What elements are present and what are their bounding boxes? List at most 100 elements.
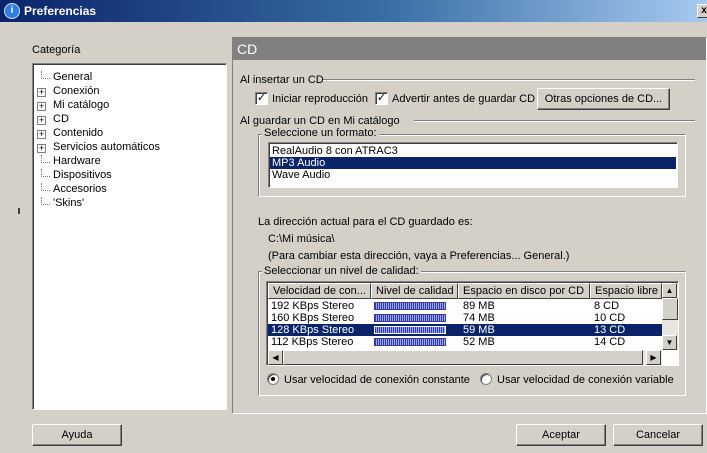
tree-item[interactable]: Dispositivos — [33, 169, 223, 183]
current-address-label: La dirección actual para el CD guardado … — [258, 216, 473, 228]
tree-item[interactable]: + Mi catálogo — [33, 99, 223, 113]
free-space-cell: 10 CD — [594, 312, 626, 324]
disk-space-cell: 89 MB — [463, 300, 495, 312]
quality-level-fill — [375, 339, 445, 345]
quality-row[interactable]: 160 KBps Stereo 74 MB 10 CD — [268, 312, 662, 324]
ok-button[interactable]: Aceptar — [516, 424, 606, 446]
format-label: Seleccione un formato: — [262, 127, 379, 139]
expand-icon[interactable]: + — [37, 144, 46, 153]
quality-level-fill — [375, 327, 445, 333]
tree-item-label: Contenido — [53, 127, 104, 139]
tree-item[interactable]: Accesorios — [33, 183, 223, 197]
free-space-cell: 14 CD — [594, 336, 626, 348]
change-address-hint: (Para cambiar esta dirección, vaya a Pre… — [268, 250, 570, 262]
disk-space-cell: 59 MB — [463, 324, 495, 336]
window-edge-mark — [18, 208, 20, 214]
panel-title: CD — [237, 41, 258, 57]
tree-connector — [41, 183, 50, 191]
close-button[interactable]: x — [697, 4, 707, 18]
expand-icon[interactable]: + — [37, 88, 46, 97]
insert-group-divider — [322, 79, 695, 81]
horizontal-scroll-thumb[interactable] — [283, 350, 643, 365]
speed-cell: 112 KBps Stereo — [271, 336, 354, 348]
radio-selected-dot — [271, 377, 275, 381]
tree-item[interactable]: + Contenido — [33, 127, 223, 141]
warn-before-save-checkbox[interactable]: ✓ — [375, 92, 388, 105]
close-icon[interactable]: x — [701, 5, 707, 16]
quality-level-fill — [375, 315, 445, 321]
tree-item-label: Mi catálogo — [53, 99, 110, 111]
tree-item[interactable]: + Servicios automáticos — [33, 141, 223, 155]
current-address-value: C:\Mi música\ — [268, 233, 335, 245]
quality-row[interactable]: 128 KBps Stereo 59 MB 13 CD — [268, 324, 662, 336]
vertical-scroll-thumb[interactable] — [662, 298, 678, 320]
tree-connector — [41, 71, 50, 79]
column-header-quality[interactable]: Nivel de calidad — [371, 283, 458, 299]
cancel-button[interactable]: Cancelar — [613, 424, 703, 446]
quality-level-bar — [374, 338, 446, 346]
tree-item-label: Conexión — [53, 85, 100, 97]
disk-space-cell: 74 MB — [463, 312, 495, 324]
scroll-left-icon[interactable]: ◀ — [268, 350, 283, 365]
expand-icon[interactable]: + — [37, 102, 46, 111]
quality-list[interactable]: Velocidad de con... Nivel de calidad Esp… — [266, 281, 679, 366]
tree-connector — [41, 169, 50, 177]
tree-item-label: General — [53, 71, 93, 83]
free-space-cell: 8 CD — [594, 300, 620, 312]
quality-label: Seleccionar un nivel de calidad: — [262, 265, 421, 277]
column-header-free-space[interactable]: Espacio libre e — [590, 283, 662, 299]
constant-speed-radio[interactable] — [267, 373, 279, 385]
tree-connector — [41, 197, 50, 205]
variable-speed-radio[interactable] — [480, 373, 492, 385]
format-option[interactable]: MP3 Audio — [270, 157, 676, 169]
constant-speed-label: Usar velocidad de conexión constante — [284, 374, 470, 386]
quality-level-bar — [374, 314, 446, 322]
expand-icon[interactable]: + — [37, 116, 46, 125]
tree-item-label: Accesorios — [53, 183, 107, 195]
save-group-divider — [414, 120, 695, 122]
category-tree[interactable]: General + Conexión + Mi catálogo + CD + Contenid… — [32, 63, 227, 410]
checkmark-icon: ✓ — [376, 92, 387, 104]
quality-horizontal-scrollbar[interactable]: ◀ ▶ — [268, 350, 662, 365]
quality-level-fill — [375, 303, 445, 309]
speed-cell: 160 KBps Stereo — [271, 312, 355, 324]
tree-item[interactable]: + CD — [33, 113, 223, 127]
tree-item-label: Servicios automáticos — [53, 141, 160, 153]
disk-space-cell: 52 MB — [463, 336, 495, 348]
tree-item-label: Hardware — [53, 155, 101, 167]
format-list[interactable]: RealAudio 8 con ATRAC3 MP3 Audio Wave Audi… — [268, 142, 678, 188]
panel-header: CD — [233, 38, 706, 60]
quality-row[interactable]: 112 KBps Stereo 52 MB 14 CD — [268, 336, 662, 348]
variable-speed-label: Usar velocidad de conexión variable — [497, 374, 674, 386]
tree-item[interactable]: 'Skins' — [33, 197, 223, 211]
tree-connector — [41, 155, 50, 163]
help-button[interactable]: Ayuda — [32, 424, 122, 446]
tree-item[interactable]: + Conexión — [33, 85, 223, 99]
speed-cell: 128 KBps Stereo — [271, 324, 355, 336]
tree-item[interactable]: General — [33, 71, 223, 85]
scroll-down-icon[interactable]: ▼ — [662, 335, 677, 350]
speed-cell: 192 KBps Stereo — [271, 300, 355, 312]
more-cd-options-button[interactable]: Otras opciones de CD... — [537, 88, 670, 110]
tree-item-label: CD — [53, 113, 69, 125]
category-label: Categoría — [32, 44, 81, 56]
format-option[interactable]: Wave Audio — [270, 169, 676, 181]
tree-item[interactable]: Hardware — [33, 155, 223, 169]
quality-level-bar — [374, 326, 446, 334]
start-playback-checkbox[interactable]: ✓ — [255, 92, 268, 105]
format-option[interactable]: RealAudio 8 con ATRAC3 — [270, 145, 676, 157]
column-header-disk-space[interactable]: Espacio en disco por CD — [458, 283, 590, 299]
checkmark-icon: ✓ — [256, 92, 267, 104]
quality-vertical-scrollbar[interactable]: ▲ ▼ — [662, 283, 678, 350]
column-header-speed[interactable]: Velocidad de con... — [268, 283, 371, 299]
free-space-cell: 13 CD — [594, 324, 626, 336]
tree-item-label: 'Skins' — [53, 197, 85, 209]
scroll-up-icon[interactable]: ▲ — [662, 283, 677, 298]
quality-row[interactable]: 192 KBps Stereo 89 MB 8 CD — [268, 300, 662, 312]
expand-icon[interactable]: + — [37, 130, 46, 139]
info-icon: i — [4, 3, 20, 19]
scroll-right-icon[interactable]: ▶ — [646, 350, 661, 365]
window-title: Preferencias — [24, 4, 97, 18]
title-bar: i Preferencias x — [0, 0, 707, 22]
tree-item-label: Dispositivos — [53, 169, 112, 181]
